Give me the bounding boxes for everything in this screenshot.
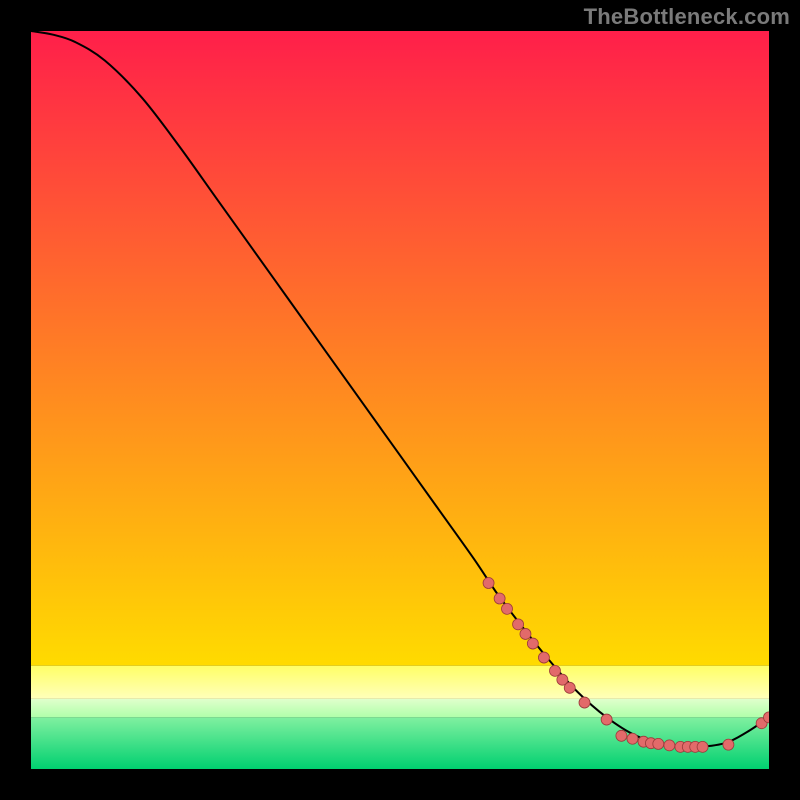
data-point xyxy=(564,682,575,693)
data-point xyxy=(627,733,638,744)
watermark-text: TheBottleneck.com xyxy=(584,4,790,30)
data-point xyxy=(579,697,590,708)
plot-area xyxy=(31,31,769,769)
data-point xyxy=(538,652,549,663)
data-point xyxy=(616,730,627,741)
data-point xyxy=(520,628,531,639)
data-point xyxy=(653,738,664,749)
bottleneck-chart xyxy=(31,31,769,769)
data-point xyxy=(549,665,560,676)
data-point xyxy=(723,739,734,750)
data-point xyxy=(527,638,538,649)
data-point xyxy=(664,740,675,751)
chart-frame: TheBottleneck.com xyxy=(0,0,800,800)
data-point xyxy=(697,741,708,752)
data-point xyxy=(601,714,612,725)
data-point xyxy=(483,578,494,589)
data-point xyxy=(494,593,505,604)
data-point xyxy=(502,603,513,614)
data-point xyxy=(513,619,524,630)
